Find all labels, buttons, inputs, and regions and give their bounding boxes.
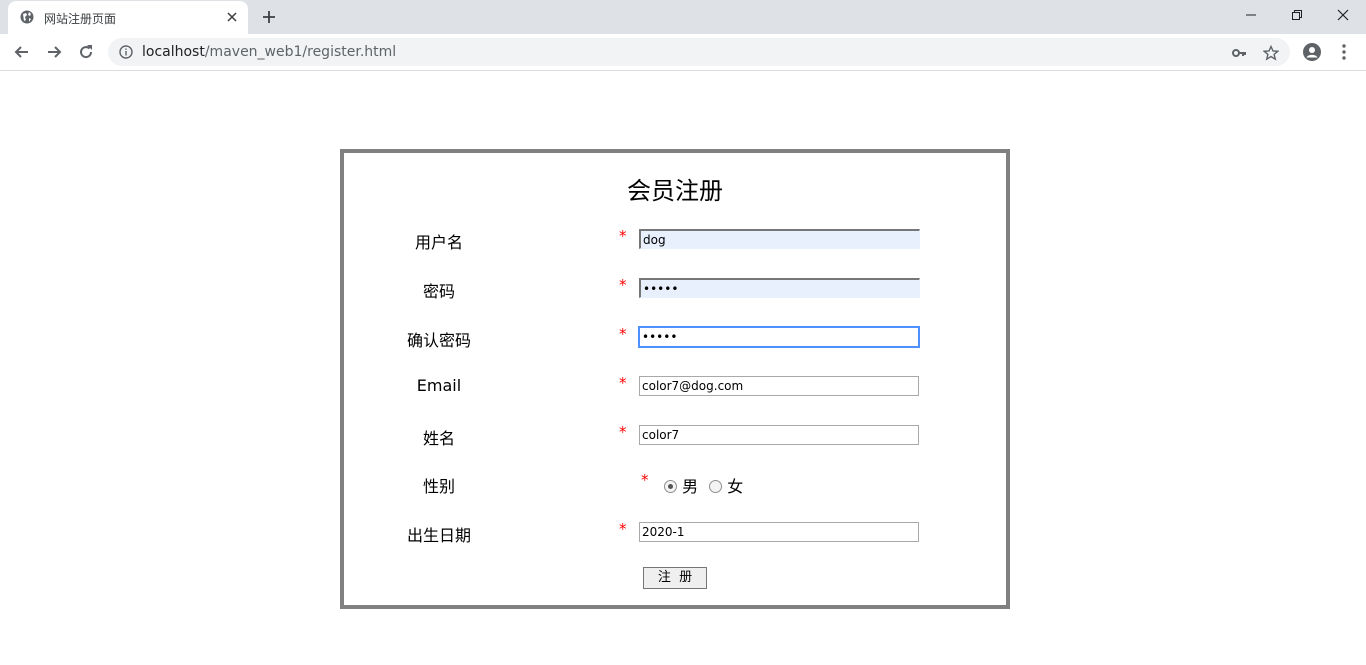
address-bar[interactable]: localhost/maven_web1/register.html [108, 38, 1290, 66]
name-input[interactable] [639, 425, 919, 445]
gender-female-label[interactable]: 女 [727, 477, 743, 496]
confirm-password-label: 确认密码 [406, 331, 471, 350]
browser-toolbar: localhost/maven_web1/register.html [0, 34, 1366, 71]
forward-arrow-icon[interactable] [44, 42, 64, 62]
register-button[interactable]: 注 册 [643, 567, 707, 589]
close-tab-icon[interactable] [226, 11, 238, 23]
new-tab-icon[interactable] [261, 9, 277, 25]
gender-male-label[interactable]: 男 [682, 477, 698, 496]
username-input[interactable] [639, 229, 920, 249]
register-form: 会员注册 用户名 * 密码 * 确认密码 * Email * 姓名 * 性别 *… [340, 149, 1010, 609]
required-mark: * [641, 471, 649, 489]
required-mark: * [619, 374, 627, 392]
required-mark: * [619, 423, 627, 441]
required-mark: * [619, 227, 627, 245]
star-icon[interactable] [1263, 45, 1279, 61]
required-mark: * [619, 325, 627, 343]
username-label: 用户名 [414, 233, 463, 252]
back-arrow-icon[interactable] [12, 42, 32, 62]
birthday-label: 出生日期 [406, 526, 471, 545]
name-label: 姓名 [422, 429, 455, 448]
url-host: localhost [142, 44, 205, 60]
browser-tab-strip: 网站注册页面 [0, 0, 1366, 34]
confirm-password-input[interactable] [639, 327, 919, 347]
restore-icon [1292, 10, 1302, 20]
tab-title: 网站注册页面 [44, 12, 117, 26]
required-mark: * [619, 276, 627, 294]
email-input[interactable] [639, 376, 919, 396]
key-icon[interactable] [1231, 45, 1247, 61]
more-menu-icon[interactable] [1334, 42, 1354, 62]
birthday-input[interactable] [639, 522, 919, 542]
minimize-icon [1246, 14, 1256, 16]
gender-female-radio[interactable] [709, 480, 723, 493]
gender-male-radio[interactable] [664, 480, 677, 493]
required-mark: * [619, 520, 627, 538]
password-input[interactable] [639, 278, 920, 298]
info-icon[interactable] [119, 45, 133, 59]
minimize-button[interactable] [1228, 0, 1274, 30]
form-title: 会员注册 [627, 177, 723, 205]
restore-button[interactable] [1274, 0, 1320, 30]
globe-icon [20, 10, 34, 24]
url-text[interactable]: localhost/maven_web1/register.html [142, 44, 396, 60]
close-window-button[interactable] [1320, 0, 1366, 30]
profile-avatar-icon[interactable] [1302, 42, 1322, 62]
browser-tab[interactable]: 网站注册页面 [8, 1, 248, 34]
url-path: /maven_web1/register.html [204, 44, 397, 60]
close-icon [1337, 9, 1349, 21]
password-label: 密码 [422, 282, 455, 301]
email-label: Email [416, 376, 462, 395]
gender-label: 性别 [422, 477, 455, 496]
gender-radio-group: 男 女 [664, 473, 743, 497]
reload-icon[interactable] [76, 42, 96, 62]
